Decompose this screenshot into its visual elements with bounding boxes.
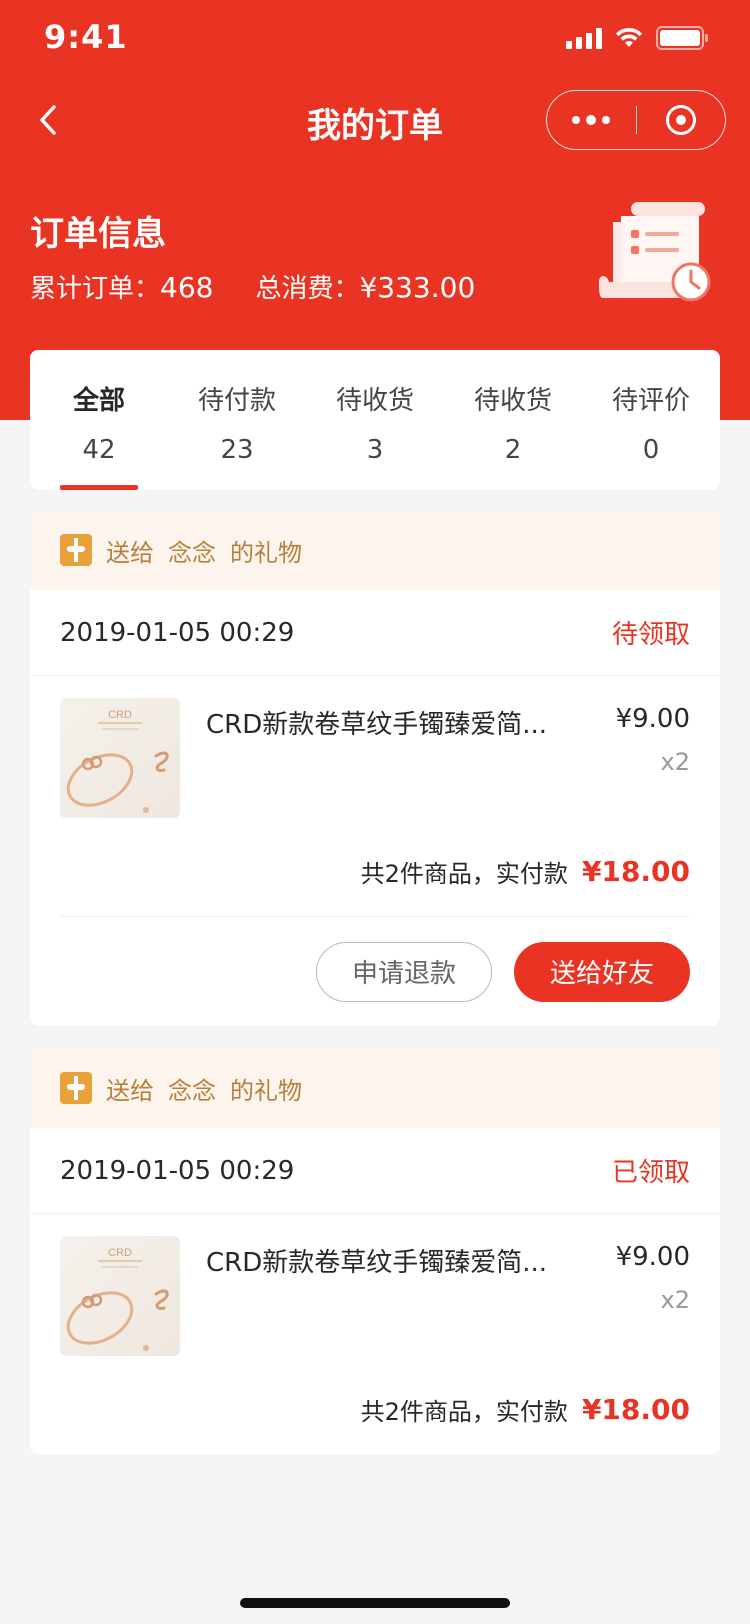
close-mini-program-button[interactable] [637,91,726,149]
gift-icon [60,534,92,566]
tab-label: 待收货 [473,386,552,416]
tab-label: 全部 [72,386,125,416]
total-orders-label: 累计订单： [30,274,161,304]
tab-label: 待收货 [335,386,414,416]
order-total-amount: ¥18.00 [581,1392,690,1426]
more-dots-icon [572,115,611,125]
battery-icon [656,26,710,50]
tab-pending-payment[interactable]: 待付款 23 [168,350,306,490]
product-brand: CRD [108,1247,132,1259]
tab-count: 42 [82,435,116,465]
total-orders-value: 468 [160,271,214,304]
gift-text: 送给 念念 的礼物 [106,1071,302,1106]
mini-program-capsule [546,90,726,150]
order-card[interactable]: 送给 念念 的礼物 2019-01-05 00:29 待领取 CRD CRD新款… [30,510,720,1026]
gift-recipient: 念念 [168,1076,216,1105]
product-price: ¥9.00 [615,1242,690,1272]
request-refund-button[interactable]: 申请退款 [316,941,492,1002]
order-total-amount: ¥18.00 [581,854,690,888]
tab-count: 23 [220,435,254,465]
receipt-icon [599,202,711,302]
tab-count: 3 [366,435,384,465]
product-image: CRD [60,698,180,818]
product-image: CRD [60,1236,180,1356]
product-name: CRD新款卷草纹手镯臻爱简... [206,1248,548,1278]
close-target-icon [665,105,696,135]
tab-pending-receipt[interactable]: 待收货 3 [306,350,444,490]
status-icons [566,26,710,50]
gift-icon [60,1072,92,1104]
tab-all[interactable]: 全部 42 [30,350,168,490]
tab-label: 待付款 [197,386,276,416]
status-time: 9:41 [44,18,128,56]
order-card[interactable]: 送给 念念 的礼物 2019-01-05 00:29 已领取 CRD CRD新款… [30,1048,720,1454]
status-bar: 9:41 [0,0,750,80]
tab-pending-receipt-2[interactable]: 待收货 2 [444,350,582,490]
order-total: 共2件商品，实付款 ¥18.00 [30,1364,720,1454]
navigation-bar: 我的订单 [0,80,750,162]
order-info-title: 订单信息 [30,214,166,254]
signal-icon [566,27,602,49]
tab-pending-review[interactable]: 待评价 0 [582,350,720,490]
gift-text: 送给 念念 的礼物 [106,533,302,568]
total-orders: 累计订单：468 [30,268,213,305]
order-date: 2019-01-05 00:29 [60,617,295,648]
gift-suffix: 的礼物 [230,538,302,567]
product-quantity: x2 [660,1286,690,1314]
gift-recipient: 念念 [168,538,216,567]
gift-prefix: 送给 [106,1076,154,1105]
order-tabs: 全部 42 待付款 23 待收货 3 待收货 2 待评价 0 [30,350,720,490]
wifi-icon [614,27,644,49]
order-total-text: 共2件商品，实付款 [360,859,568,888]
product-brand: CRD [108,709,132,721]
tab-label: 待评价 [611,386,690,416]
gift-banner: 送给 念念 的礼物 [30,510,720,590]
total-spend-label: 总消费： [255,274,360,304]
tab-count: 2 [504,435,522,465]
total-spend-value: ¥333.00 [359,271,476,304]
gift-suffix: 的礼物 [230,1076,302,1105]
order-header: 2019-01-05 00:29 待领取 [30,590,720,676]
gift-banner: 送给 念念 的礼物 [30,1048,720,1128]
order-item[interactable]: CRD CRD新款卷草纹手镯臻爱简... ¥9.00 x2 [30,676,720,826]
product-name: CRD新款卷草纹手镯臻爱简... [206,710,548,740]
order-date: 2019-01-05 00:29 [60,1155,295,1186]
order-stats: 累计订单：468 总消费：¥333.00 [30,268,475,305]
order-status: 已领取 [611,1158,690,1188]
product-price: ¥9.00 [615,704,690,734]
product-quantity: x2 [660,748,690,776]
tab-count: 0 [642,435,660,465]
total-spend: 总消费：¥333.00 [255,268,475,305]
order-status: 待领取 [611,620,690,650]
order-total-text: 共2件商品，实付款 [360,1397,568,1426]
order-actions: 申请退款 送给好友 [60,916,690,1026]
gift-prefix: 送给 [106,538,154,567]
order-total: 共2件商品，实付款 ¥18.00 [30,826,720,916]
order-header: 2019-01-05 00:29 已领取 [30,1128,720,1214]
order-item[interactable]: CRD CRD新款卷草纹手镯臻爱简... ¥9.00 x2 [30,1214,720,1364]
home-indicator [240,1598,510,1608]
more-button[interactable] [547,91,636,149]
send-to-friend-button[interactable]: 送给好友 [514,941,690,1002]
